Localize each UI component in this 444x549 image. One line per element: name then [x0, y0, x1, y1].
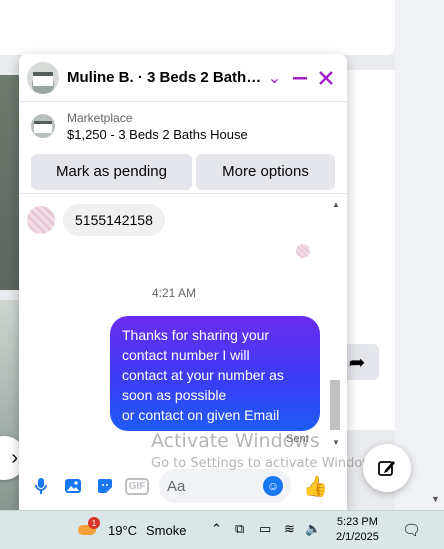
listing-actions: Mark as pending More options	[19, 150, 347, 194]
chevron-up-icon: ⌃	[211, 521, 222, 536]
attach-photo-button[interactable]	[57, 470, 89, 502]
conversation-avatar[interactable]	[27, 61, 59, 94]
scroll-up-arrow[interactable]: ▲	[329, 200, 343, 212]
smiley-icon: ☺	[266, 479, 280, 493]
close-button[interactable]	[313, 65, 339, 91]
weather-condition[interactable]: Smoke	[146, 523, 186, 538]
thumbs-up-icon: 👍	[303, 475, 328, 498]
weather-temperature[interactable]: 19°C	[108, 523, 137, 538]
message-input-wrapper: ☺	[159, 469, 291, 503]
weather-widget-icon[interactable]: 1	[78, 517, 100, 537]
listing-price-title: $1,250 - 3 Beds 2 Baths House	[67, 126, 248, 142]
background-listing-photo	[0, 75, 20, 290]
mark-as-pending-button[interactable]: Mark as pending	[31, 153, 192, 190]
notification-icon: 🗨	[402, 522, 422, 539]
new-message-button[interactable]	[363, 444, 411, 492]
watermark-subtitle: Go to Settings to activate Windows.	[151, 456, 384, 471]
sticker-icon	[98, 479, 112, 493]
windows-activation-watermark: Activate Windows Go to Settings to activ…	[151, 430, 384, 471]
watermark-title: Activate Windows	[151, 430, 320, 452]
clock-date: 2/1/2025	[336, 531, 379, 543]
sender-avatar	[27, 206, 55, 234]
chevron-down-icon: ⌄	[267, 69, 282, 87]
like-button[interactable]: 👍	[303, 474, 328, 499]
outgoing-message-line: contact at your number as	[122, 367, 284, 383]
thread-scrollbar[interactable]: ▲ ▼	[329, 200, 343, 450]
background-page-header	[0, 0, 395, 55]
battery-icon[interactable]: ▭	[259, 521, 271, 537]
voice-clip-button[interactable]	[25, 470, 57, 502]
background-page-right	[395, 0, 444, 510]
more-options-button[interactable]: More options	[196, 153, 335, 190]
share-arrow-icon: ➦	[348, 351, 366, 374]
page-scroll-down-arrow[interactable]: ▼	[431, 494, 440, 504]
sticker-button[interactable]	[89, 470, 121, 502]
outgoing-message-line: contact number I will	[122, 347, 250, 363]
marketplace-listing[interactable]: Marketplace $1,250 - 3 Beds 2 Baths Hous…	[19, 102, 347, 150]
message-input[interactable]	[167, 477, 257, 495]
outgoing-message-line: Thanks for sharing your	[122, 327, 270, 343]
message-thread: 5155142158 4:21 AM Thanks for sharing yo…	[19, 200, 347, 450]
outgoing-message-bubble[interactable]: Thanks for sharing your contact number I…	[110, 316, 320, 431]
wifi-icon[interactable]: ≋	[284, 521, 295, 537]
clock-time: 5:23 PM	[336, 516, 378, 528]
camera-icon[interactable]: ⧉	[235, 521, 244, 537]
incoming-message-bubble[interactable]: 5155142158	[63, 204, 165, 236]
volume-icon[interactable]: 🔈	[305, 521, 321, 537]
outgoing-message-line: soon as possible	[122, 387, 227, 403]
chat-options-button[interactable]: ⌄	[262, 65, 288, 91]
chat-header: Muline B. · 3 Beds 2 Baths ... ⌄	[19, 54, 347, 102]
close-icon	[319, 70, 333, 85]
compose-icon	[378, 461, 395, 476]
scrollbar-thumb[interactable]	[330, 380, 340, 430]
photo-icon	[65, 479, 81, 493]
system-clock[interactable]: 5:23 PM 2/1/2025	[336, 515, 379, 545]
gif-button[interactable]: GIF	[121, 470, 153, 502]
notification-center-button[interactable]: 🗨	[402, 521, 421, 539]
microphone-icon	[35, 478, 47, 494]
chat-title[interactable]: Muline B. · 3 Beds 2 Baths ...	[67, 69, 262, 86]
emoji-button[interactable]: ☺	[263, 476, 283, 496]
chevron-right-icon: ›	[11, 446, 18, 469]
message-timestamp: 4:21 AM	[151, 286, 197, 300]
minimize-icon	[293, 76, 308, 79]
show-hidden-icons-button[interactable]: ⌃	[211, 521, 222, 537]
listing-thumbnail	[31, 114, 55, 138]
listing-source-label: Marketplace	[67, 110, 133, 125]
seen-indicator-avatar	[296, 244, 310, 258]
incoming-message: 5155142158	[27, 204, 165, 236]
windows-taskbar: 1 19°C Smoke ⌃ ⧉ ▭ ≋ 🔈 5:23 PM 2/1/2025 …	[0, 510, 444, 549]
outgoing-message-line: or contact on given Email	[122, 407, 280, 423]
gif-icon: GIF	[124, 477, 150, 495]
minimize-button[interactable]	[287, 65, 313, 91]
weather-alert-badge: 1	[88, 517, 100, 529]
